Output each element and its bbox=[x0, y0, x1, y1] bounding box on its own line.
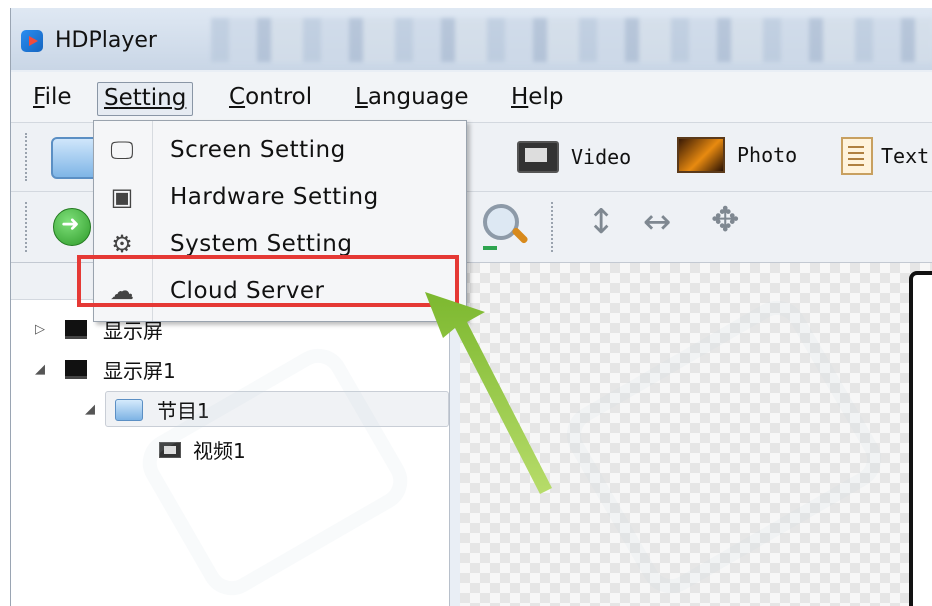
monitor-icon: 🖵 bbox=[110, 136, 134, 164]
text-button-label: Text bbox=[881, 144, 930, 168]
menu-item-label: System Setting bbox=[170, 231, 353, 257]
new-program-icon[interactable] bbox=[51, 137, 99, 179]
menu-help-rest: elp bbox=[528, 84, 564, 110]
menu-item-hardware-setting[interactable]: ▣ Hardware Setting bbox=[94, 174, 466, 220]
expand-icon[interactable]: ▷ bbox=[35, 322, 51, 337]
toolbar-grip[interactable] bbox=[25, 202, 29, 252]
menu-language-rest: anguage bbox=[367, 84, 469, 110]
menu-item-label: Hardware Setting bbox=[170, 184, 379, 210]
screen-frame bbox=[909, 271, 932, 606]
collapse-icon[interactable]: ◢ bbox=[85, 402, 101, 417]
film-icon bbox=[517, 141, 559, 173]
window-title: HDPlayer bbox=[55, 28, 157, 53]
preview-canvas[interactable] bbox=[460, 263, 932, 606]
zoom-minus bbox=[483, 246, 497, 250]
video-button-label: Video bbox=[571, 145, 632, 169]
zoom-out-icon[interactable] bbox=[483, 204, 529, 250]
screen-icon bbox=[65, 360, 87, 379]
tree-item-label: 显示屏1 bbox=[103, 359, 176, 383]
go-icon[interactable] bbox=[53, 208, 91, 246]
move-icon[interactable]: ✥ bbox=[711, 200, 740, 240]
menu-control-rest: ontrol bbox=[245, 84, 313, 110]
watermark bbox=[555, 289, 893, 605]
stretch-vertical-icon[interactable]: ↕ bbox=[587, 202, 616, 242]
photo-button[interactable]: Photo bbox=[677, 137, 797, 173]
menu-setting[interactable]: Setting bbox=[97, 82, 194, 116]
video-button[interactable]: Video bbox=[517, 141, 631, 173]
cloud-server-highlight-box bbox=[77, 255, 459, 307]
menu-control[interactable]: Control bbox=[223, 82, 318, 114]
menu-language[interactable]: Language bbox=[349, 82, 475, 114]
menu-file-rest: ile bbox=[44, 84, 72, 110]
collapse-icon[interactable]: ◢ bbox=[35, 362, 51, 377]
photo-button-label: Photo bbox=[737, 143, 798, 167]
blurred-title-area bbox=[211, 18, 932, 62]
zoom-handle bbox=[511, 226, 529, 245]
app-window: HDPlayer File Setting Control Language H… bbox=[10, 8, 932, 606]
tree-item-screen1[interactable]: ◢ 显示屏1 bbox=[35, 355, 176, 384]
text-icon bbox=[841, 137, 873, 175]
menu-item-screen-setting[interactable]: 🖵 Screen Setting bbox=[94, 127, 466, 173]
menu-control-accesskey: C bbox=[229, 84, 246, 110]
menu-file-accesskey: F bbox=[33, 84, 45, 110]
menu-item-label: Screen Setting bbox=[170, 137, 346, 163]
screen-icon bbox=[65, 320, 87, 339]
menu-bar: File Setting Control Language Help bbox=[11, 72, 932, 123]
app-logo-icon bbox=[21, 30, 43, 52]
photo-icon bbox=[677, 137, 725, 173]
menu-setting-accesskey: S bbox=[104, 85, 119, 111]
toolbar-grip[interactable] bbox=[25, 133, 29, 181]
menu-language-accesskey: L bbox=[355, 84, 368, 110]
title-bar: HDPlayer bbox=[11, 8, 932, 70]
toolbar-separator bbox=[551, 202, 555, 252]
program-icon bbox=[115, 398, 143, 421]
stretch-horizontal-icon[interactable]: ↔ bbox=[643, 202, 672, 242]
menu-help-accesskey: H bbox=[511, 84, 529, 110]
text-button[interactable]: Text bbox=[841, 137, 929, 175]
gear-icon: ⚙ bbox=[111, 230, 133, 258]
menu-help[interactable]: Help bbox=[505, 82, 569, 114]
menu-setting-rest: etting bbox=[118, 85, 187, 111]
chip-icon: ▣ bbox=[110, 183, 134, 211]
menu-file[interactable]: File bbox=[27, 82, 78, 114]
